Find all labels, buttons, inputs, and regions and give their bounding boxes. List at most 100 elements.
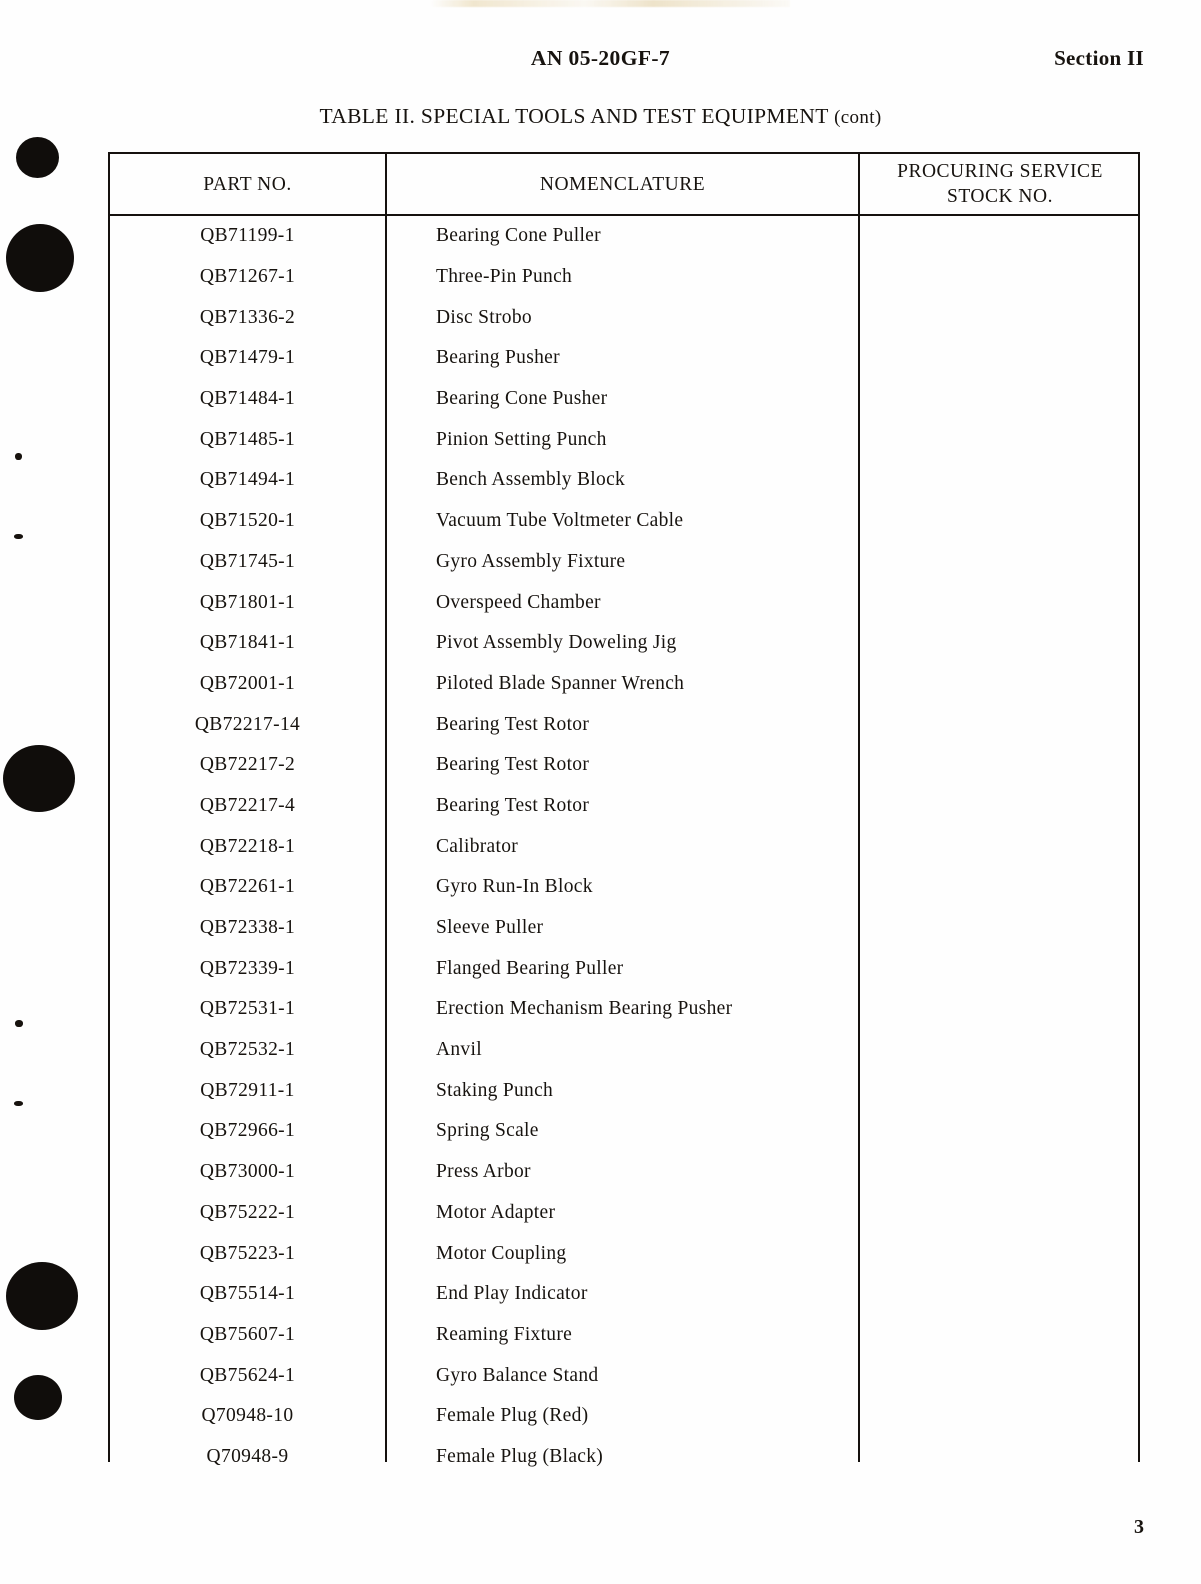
table-row: QB72338-1 Sleeve Puller [110,908,1138,949]
cell-part-no: QB72911-1 [200,1079,295,1101]
table-row: QB72261-1 Gyro Run-In Block [110,867,1138,908]
cell-part-no: QB72338-1 [199,917,296,939]
cell-part-no: QB71841-1 [199,632,296,654]
cell-stock-no [860,1274,1140,1315]
cell-part-no: QB71484-1 [199,388,296,410]
cell-part-no: Q70948-10 [201,1405,294,1427]
cell-stock-no [860,786,1140,827]
cell-stock-no [860,1193,1140,1234]
cell-stock-no [860,1030,1140,1071]
cell-part-no: QB72966-1 [199,1120,296,1142]
cell-part-no: QB71801-1 [199,591,296,613]
cell-nomenclature: Bench Assembly Block [436,469,626,491]
cell-stock-no [860,1437,1140,1478]
cell-part-no: QB71745-1 [199,550,296,572]
cell-nomenclature: Reaming Fixture [436,1323,573,1345]
cell-part-no: QB75222-1 [199,1201,296,1223]
document-number: AN 05-20GF-7 [530,46,671,70]
cell-part-no: QB75624-1 [199,1364,296,1386]
cell-stock-no [860,623,1140,664]
cell-nomenclature: Pinion Setting Punch [436,428,607,450]
cell-nomenclature: Bearing Test Rotor [436,754,590,776]
cell-nomenclature: Spring Scale [436,1120,539,1142]
cell-nomenclature: Erection Mechanism Bearing Pusher [436,998,733,1020]
table-row: QB72217-2 Bearing Test Rotor [110,745,1138,786]
cell-nomenclature: Anvil [436,1039,482,1061]
table-caption-text: TABLE II. SPECIAL TOOLS AND TEST EQUIPME… [319,104,829,128]
hole-punch-artifact [14,1375,62,1420]
cell-stock-no [860,989,1140,1030]
cell-part-no: QB71479-1 [199,347,296,369]
table-row: QB73000-1 Press Arbor [110,1152,1138,1193]
cell-nomenclature: Bearing Pusher [436,347,560,369]
cell-part-no: QB72217-2 [199,754,296,776]
table-row: QB71801-1 Overspeed Chamber [110,582,1138,623]
cell-nomenclature: Gyro Assembly Fixture [436,550,626,572]
table-row: QB71484-1 Bearing Cone Pusher [110,379,1138,420]
cell-nomenclature: Piloted Blade Spanner Wrench [436,672,685,694]
cell-nomenclature: Gyro Run-In Block [436,876,593,898]
cell-stock-no [860,908,1140,949]
cell-part-no: QB72217-4 [199,794,296,816]
cell-stock-no [860,826,1140,867]
cell-stock-no [860,867,1140,908]
table-row: QB72218-1 Calibrator [110,826,1138,867]
cell-nomenclature: Press Arbor [436,1161,531,1183]
column-header-line-1: PROCURING SERVICE [897,161,1103,183]
cell-stock-no [860,1233,1140,1274]
cell-part-no: QB71267-1 [199,266,296,288]
table-row: QB72531-1 Erection Mechanism Bearing Push… [110,989,1138,1030]
cell-part-no: QB71336-2 [199,306,296,328]
cell-stock-no [860,501,1140,542]
cell-nomenclature: Calibrator [436,835,519,857]
cell-nomenclature: Bearing Test Rotor [436,713,590,735]
cell-part-no: QB71199-1 [200,225,295,247]
table-row: QB72339-1 Flanged Bearing Puller [110,948,1138,989]
cell-stock-no [860,1152,1140,1193]
cell-nomenclature: Vacuum Tube Voltmeter Cable [436,510,684,532]
table-row: QB71485-1 Pinion Setting Punch [110,419,1138,460]
cell-nomenclature: Motor Coupling [436,1242,567,1264]
table-caption-continuation: (cont) [834,107,882,128]
scan-speck-artifact [14,1101,23,1106]
cell-nomenclature: Bearing Cone Pusher [436,388,608,410]
cell-stock-no [860,216,1140,257]
cell-stock-no [860,704,1140,745]
document-page: AN 05-20GF-7 Section II TABLE II. SPECIA… [0,0,1201,1584]
cell-part-no: QB72531-1 [199,998,296,1020]
cell-stock-no [860,948,1140,989]
cell-part-no: QB75514-1 [199,1283,296,1305]
cell-stock-no [860,582,1140,623]
cell-nomenclature: Disc Strobo [436,306,532,328]
table-row: QB75514-1 End Play Indicator [110,1274,1138,1315]
cell-stock-no [860,664,1140,705]
cell-nomenclature: Gyro Balance Stand [436,1364,599,1386]
table-row: QB71267-1 Three-Pin Punch [110,257,1138,298]
table-row: QB72217-4 Bearing Test Rotor [110,786,1138,827]
running-head: AN 05-20GF-7 Section II [0,46,1201,76]
page-number: 3 [1134,1516,1144,1538]
cell-part-no: QB75223-1 [199,1242,296,1264]
table-row: QB72217-14 Bearing Test Rotor [110,704,1138,745]
column-header-procuring-service-stock-no: PROCURING SERVICE STOCK NO. [860,154,1140,216]
table-row: QB75223-1 Motor Coupling [110,1233,1138,1274]
table-row: QB71520-1 Vacuum Tube Voltmeter Cable [110,501,1138,542]
cell-stock-no [860,542,1140,583]
scan-speck-artifact [14,534,23,539]
hole-punch-artifact [16,137,59,178]
table-header-row: PART NO. NOMENCLATURE PROCURING SERVICE … [110,154,1138,216]
table-body: QB71199-1 Bearing Cone Puller QB71267-1 Thr… [110,216,1138,1477]
cell-nomenclature: Female Plug (Black) [436,1445,604,1467]
cell-part-no: QB75607-1 [199,1323,296,1345]
cell-part-no: QB72261-1 [199,876,296,898]
cell-part-no: QB72532-1 [199,1039,296,1061]
cell-nomenclature: Staking Punch [436,1079,554,1101]
table-row: QB75222-1 Motor Adapter [110,1193,1138,1234]
table-row: QB75624-1 Gyro Balance Stand [110,1355,1138,1396]
hole-punch-artifact [6,224,74,292]
table-row: QB71494-1 Bench Assembly Block [110,460,1138,501]
cell-nomenclature: Overspeed Chamber [436,591,601,613]
cell-stock-no [860,338,1140,379]
cell-stock-no [860,1111,1140,1152]
cell-stock-no [860,257,1140,298]
